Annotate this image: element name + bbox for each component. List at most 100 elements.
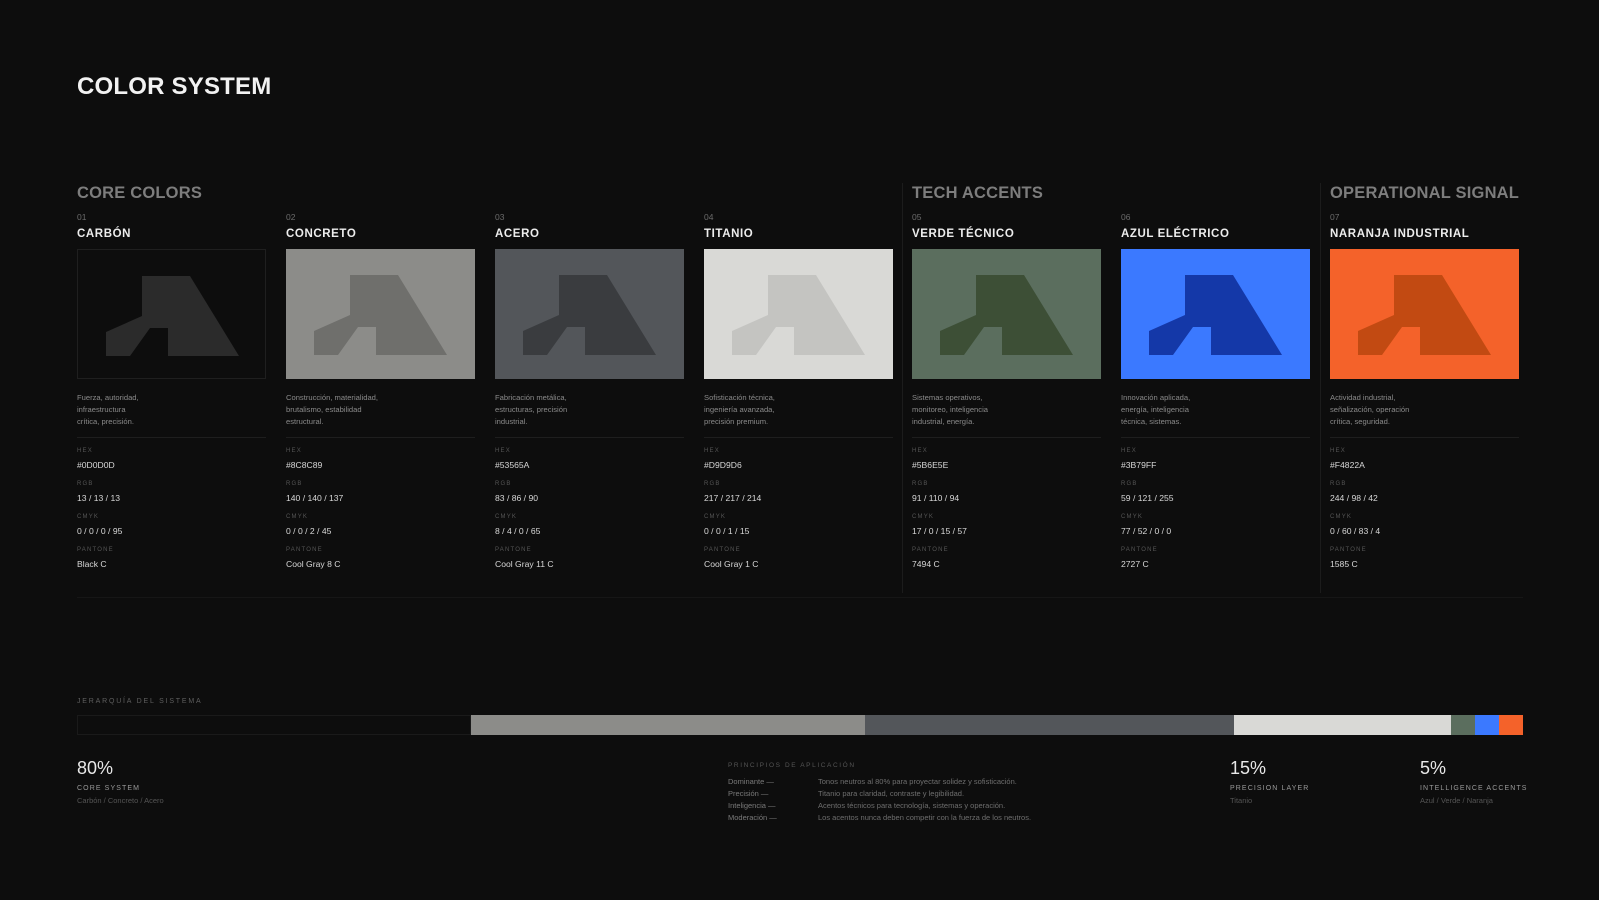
spec-value-cmyk: 0 / 0 / 2 / 45 [286, 526, 332, 536]
spec-value-hex: #0D0D0D [77, 460, 115, 470]
spec-label-rgb: RGB [1121, 481, 1138, 487]
principle-row: Inteligencia — Acentos técnicos para tec… [728, 800, 1088, 812]
logo-mark-icon [314, 275, 447, 355]
spec-label-cmyk: CMYK [704, 514, 727, 520]
spec-value-hex: #F4822A [1330, 460, 1365, 470]
stat-intelligence-accents: 5% INTELLIGENCE ACCENTS Azul / Verde / N… [1420, 757, 1528, 805]
spec-value-cmyk: 0 / 0 / 0 / 95 [77, 526, 123, 536]
hierarchy-bar-segment [1499, 715, 1523, 735]
color-description: Innovación aplicada, energía, inteligenc… [1121, 393, 1191, 426]
color-description: Fuerza, autoridad, infraestructura críti… [77, 393, 139, 426]
principle-value: Acentos técnicos para tecnología, sistem… [818, 801, 1006, 810]
spec-label-rgb: RGB [286, 481, 303, 487]
principle-key: Moderación — [728, 813, 777, 822]
group-title-tech-accents: TECH ACCENTS [912, 184, 1044, 202]
hierarchy-bar-segment [1475, 715, 1499, 735]
spec-value-pantone: 1585 C [1330, 559, 1358, 569]
spec-label-pantone: PANTONE [286, 547, 323, 553]
color-card: 01 CARBÓN Fuerza, autoridad, infraestruct… [77, 212, 266, 570]
hierarchy-bar-segment [1451, 715, 1475, 735]
spec-label-hex: HEX [1121, 448, 1137, 454]
logo-mark-icon [732, 275, 865, 355]
spec-value-cmyk: 0 / 60 / 83 / 4 [1330, 526, 1381, 536]
card-divider [495, 437, 684, 438]
color-card: 03 ACERO Fabricación metálica, estructura… [495, 212, 684, 570]
spec-value-cmyk: 77 / 52 / 0 / 0 [1121, 526, 1172, 536]
spec-label-pantone: PANTONE [495, 547, 532, 553]
spec-label-hex: HEX [1330, 448, 1346, 454]
color-swatch [704, 249, 893, 379]
spec-label-rgb: RGB [77, 481, 94, 487]
spec-value-pantone: 2727 C [1121, 559, 1149, 569]
hierarchy-bar-segment [471, 715, 865, 735]
color-card: 05 VERDE TÉCNICO Sistemas operativos, mon… [912, 212, 1101, 570]
stat-sublabel: Carbón / Concreto / Acero [77, 796, 164, 805]
spec-label-hex: HEX [495, 448, 511, 454]
hierarchy-label: JERARQUÍA DEL SISTEMA [77, 698, 203, 705]
principle-value: Tonos neutros al 80% para proyectar soli… [818, 777, 1017, 786]
color-card: 06 AZUL ELÉCTRICO Innovación aplicada, en… [1121, 212, 1310, 570]
principle-value: Los acentos nunca deben competir con la … [818, 813, 1032, 822]
logo-mark-icon [523, 275, 656, 355]
principle-row: Dominante — Tonos neutros al 80% para pr… [728, 776, 1088, 788]
spec-label-pantone: PANTONE [77, 547, 114, 553]
color-description: Sistemas operativos, monitoreo, intelige… [912, 393, 988, 426]
hierarchy-bar-segment [77, 715, 471, 735]
spec-value-rgb: 244 / 98 / 42 [1330, 493, 1378, 503]
color-name: CARBÓN [77, 228, 132, 240]
spec-value-rgb: 217 / 217 / 214 [704, 493, 762, 503]
spec-label-hex: HEX [704, 448, 720, 454]
hierarchy-bar [77, 715, 1523, 735]
card-divider [286, 437, 475, 438]
color-swatch [286, 249, 475, 379]
color-name: TITANIO [704, 228, 754, 240]
hierarchy-bar-segment [865, 715, 1234, 735]
color-description: Fabricación metálica, estructuras, preci… [495, 393, 568, 426]
spec-label-rgb: RGB [1330, 481, 1347, 487]
spec-value-rgb: 83 / 86 / 90 [495, 493, 539, 503]
stat-percentage: 5% [1420, 758, 1447, 778]
spec-label-cmyk: CMYK [495, 514, 518, 520]
spec-label-hex: HEX [286, 448, 302, 454]
stat-sublabel: Azul / Verde / Naranja [1420, 796, 1493, 805]
spec-value-rgb: 59 / 121 / 255 [1121, 493, 1174, 503]
color-name: CONCRETO [286, 228, 357, 240]
color-card: 02 CONCRETO Construcción, materialidad, b… [286, 212, 475, 570]
spec-value-hex: #D9D9D6 [704, 460, 742, 470]
principle-key: Inteligencia — [728, 801, 776, 810]
spec-value-rgb: 91 / 110 / 94 [912, 493, 960, 503]
principles-title: PRINCIPIOS DE APLICACIÓN [728, 762, 856, 769]
spec-value-hex: #53565A [495, 460, 530, 470]
card-divider [704, 437, 893, 438]
stat-percentage: 80% [77, 758, 114, 778]
color-number: 03 [495, 212, 505, 222]
spec-value-pantone: Cool Gray 11 C [495, 559, 554, 569]
color-number: 07 [1330, 212, 1340, 222]
stat-percentage: 15% [1230, 758, 1267, 778]
spec-label-pantone: PANTONE [1121, 547, 1158, 553]
group-divider [1320, 183, 1321, 593]
stat-label: PRECISION LAYER [1230, 785, 1310, 792]
stat-precision-layer: 15% PRECISION LAYER Titanio [1230, 757, 1309, 805]
color-swatch [912, 249, 1101, 379]
logo-mark-icon [1358, 275, 1491, 355]
spec-value-cmyk: 0 / 0 / 1 / 15 [704, 526, 750, 536]
page-title: COLOR SYSTEM [77, 73, 272, 100]
color-name: AZUL ELÉCTRICO [1121, 228, 1230, 240]
color-number: 05 [912, 212, 922, 222]
principle-value: Titanio para claridad, contraste y legib… [818, 789, 965, 798]
color-number: 04 [704, 212, 714, 222]
spec-label-cmyk: CMYK [286, 514, 309, 520]
color-swatch [495, 249, 684, 379]
group-title-core-colors: CORE COLORS [77, 184, 203, 202]
spec-label-cmyk: CMYK [77, 514, 100, 520]
group-title-operational-signal: OPERATIONAL SIGNAL [1330, 184, 1520, 202]
logo-mark-icon [940, 275, 1073, 355]
spec-label-pantone: PANTONE [912, 547, 949, 553]
card-divider [77, 437, 266, 438]
color-name: VERDE TÉCNICO [912, 228, 1015, 240]
logo-mark-icon [1149, 275, 1282, 355]
application-principles: PRINCIPIOS DE APLICACIÓN Dominante — Ton… [728, 762, 1088, 824]
stat-label: CORE SYSTEM [77, 785, 141, 792]
group-divider [902, 183, 903, 593]
